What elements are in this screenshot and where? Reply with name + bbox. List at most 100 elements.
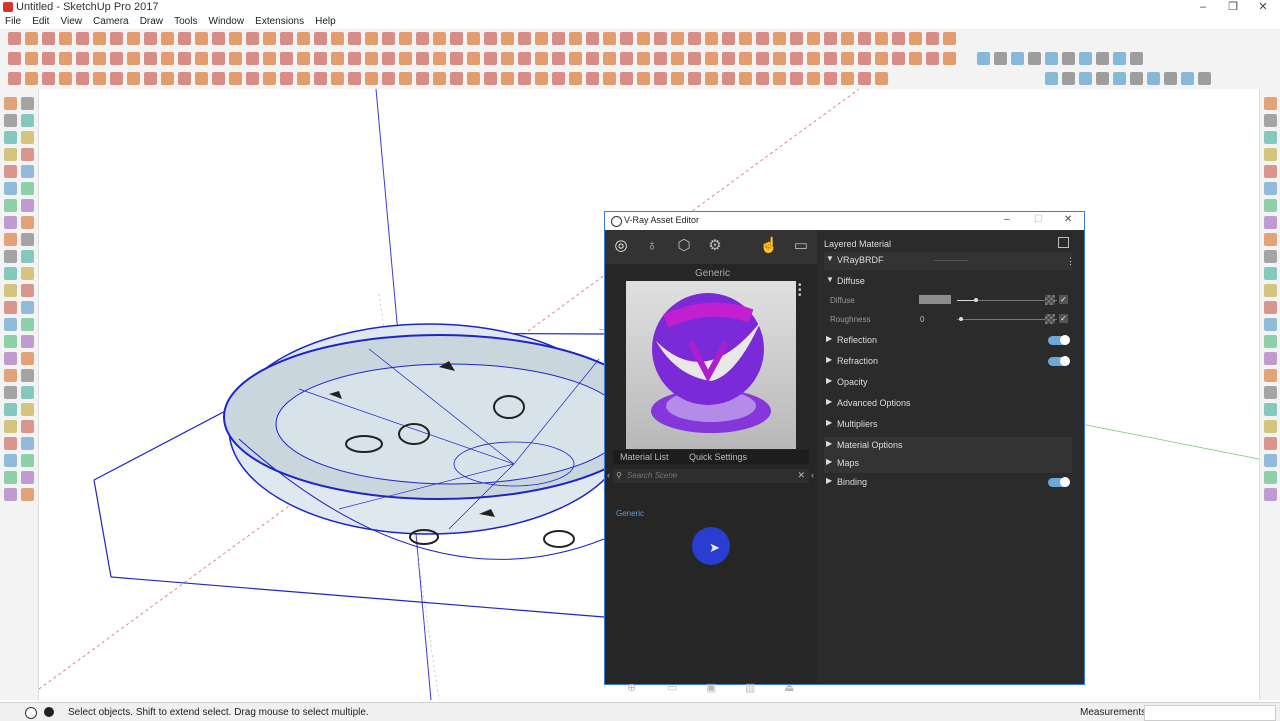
toolbar-tool-icon[interactable] [382,52,395,65]
toolbar-tool-icon[interactable] [1264,437,1277,450]
toolbar-tool-icon[interactable] [365,52,378,65]
toolbar-tool-icon[interactable] [654,72,667,85]
toolbar-tool-icon[interactable] [824,32,837,45]
toolbar-tool-icon[interactable] [943,52,956,65]
toolbar-tool-icon[interactable] [4,301,17,314]
toolbar-tool-icon[interactable] [1264,318,1277,331]
toolbar-tool-icon[interactable] [1264,250,1277,263]
toolbar-tool-icon[interactable] [76,52,89,65]
vray-minimize-button[interactable]: – [1004,214,1010,225]
toolbar-tool-icon[interactable] [603,52,616,65]
toolbar-tool-icon[interactable] [21,335,34,348]
toolbar-tool-icon[interactable] [637,32,650,45]
delete-icon[interactable]: ▥ [745,681,755,694]
toolbar-tool-icon[interactable] [1062,52,1075,65]
toolbar-tool-icon[interactable] [1264,471,1277,484]
toolbar-tool-icon[interactable] [620,72,633,85]
toolbar-tool-icon[interactable] [144,32,157,45]
toolbar-tool-icon[interactable] [212,72,225,85]
toolbar-tool-icon[interactable] [1181,72,1194,85]
toolbar-tool-icon[interactable] [25,32,38,45]
toolbar-tool-icon[interactable] [620,52,633,65]
toolbar-tool-icon[interactable] [875,32,888,45]
toolbar-tool-icon[interactable] [4,488,17,501]
toolbar-tool-icon[interactable] [467,72,480,85]
toolbar-tool-icon[interactable] [518,72,531,85]
toolbar-tool-icon[interactable] [59,52,72,65]
roughness-checkbox[interactable]: ✓ [1059,314,1068,323]
info-icon[interactable] [25,707,37,719]
toolbar-tool-icon[interactable] [1147,72,1160,85]
render-interactive-icon[interactable]: ☝ [759,236,779,256]
vray-maximize-button[interactable]: ☐ [1034,214,1043,225]
collapse-right-icon[interactable]: ‹ [811,470,814,480]
toolbar-tool-icon[interactable] [246,32,259,45]
toolbar-tool-icon[interactable] [195,32,208,45]
diffuse-section-header[interactable]: ▼ Diffuse [824,273,1072,291]
toolbar-tool-icon[interactable] [263,32,276,45]
toolbar-tool-icon[interactable] [297,72,310,85]
toolbar-tool-icon[interactable] [161,52,174,65]
toolbar-tool-icon[interactable] [246,72,259,85]
tab-quick-settings[interactable]: Quick Settings [689,452,747,462]
reflection-toggle[interactable] [1048,335,1070,345]
measurements-input[interactable] [1144,705,1276,721]
toolbar-tool-icon[interactable] [926,52,939,65]
toolbar-tool-icon[interactable] [348,32,361,45]
toolbar-tool-icon[interactable] [21,352,34,365]
toolbar-tool-icon[interactable] [21,97,34,110]
toolbar-tool-icon[interactable] [161,72,174,85]
toolbar-tool-icon[interactable] [178,32,191,45]
refraction-toggle[interactable] [1048,356,1070,366]
toolbar-tool-icon[interactable] [8,32,21,45]
toolbar-tool-icon[interactable] [93,32,106,45]
menu-window[interactable]: Window [209,15,245,29]
toolbar-tool-icon[interactable] [21,284,34,297]
toolbar-tool-icon[interactable] [943,32,956,45]
toolbar-tool-icon[interactable] [1096,72,1109,85]
toolbar-tool-icon[interactable] [144,72,157,85]
binding-section-header[interactable]: ▶ Binding [824,474,1072,492]
toolbar-tool-icon[interactable] [1113,52,1126,65]
toolbar-tool-icon[interactable] [4,216,17,229]
toolbar-tool-icon[interactable] [620,32,633,45]
toolbar-tool-icon[interactable] [161,32,174,45]
toolbar-tool-icon[interactable] [484,32,497,45]
toolbar-tool-icon[interactable] [807,52,820,65]
toolbar-tool-icon[interactable] [654,32,667,45]
toolbar-tool-icon[interactable] [127,72,140,85]
toolbar-tool-icon[interactable] [977,52,990,65]
opacity-section-header[interactable]: ▶ Opacity [824,374,1072,392]
toolbar-tool-icon[interactable] [552,32,565,45]
toolbar-tool-icon[interactable] [93,72,106,85]
toolbar-tool-icon[interactable] [331,52,344,65]
toolbar-tool-icon[interactable] [42,32,55,45]
toolbar-tool-icon[interactable] [42,52,55,65]
toolbar-tool-icon[interactable] [21,216,34,229]
toolbar-tool-icon[interactable] [1264,216,1277,229]
toolbar-tool-icon[interactable] [603,32,616,45]
diffuse-color-swatch[interactable] [919,295,951,304]
toolbar-tool-icon[interactable] [501,32,514,45]
toolbar-tool-icon[interactable] [21,182,34,195]
toolbar-tool-icon[interactable] [382,72,395,85]
menu-draw[interactable]: Draw [140,15,163,29]
toolbar-tool-icon[interactable] [688,32,701,45]
toolbar-tool-icon[interactable] [416,52,429,65]
toolbar-tool-icon[interactable] [399,72,412,85]
toolbar-tool-icon[interactable] [773,32,786,45]
toolbar-tool-icon[interactable] [21,148,34,161]
toolbar-tool-icon[interactable] [739,72,752,85]
toolbar-tool-icon[interactable] [535,32,548,45]
material-search-box[interactable]: ⚲ Search Scene ✕ [613,469,809,483]
material-options-section-header[interactable]: ▶ Material Options [824,437,1072,455]
vray-close-button[interactable]: ✕ [1064,214,1072,225]
toolbar-tool-icon[interactable] [484,72,497,85]
toolbar-tool-icon[interactable] [1028,52,1041,65]
toolbar-tool-icon[interactable] [824,72,837,85]
toolbar-tool-icon[interactable] [569,32,582,45]
roughness-slider-knob[interactable] [959,317,963,321]
toolbar-tool-icon[interactable] [1264,335,1277,348]
toolbar-tool-icon[interactable] [705,72,718,85]
materials-tab-icon[interactable]: ◎ [611,236,631,256]
